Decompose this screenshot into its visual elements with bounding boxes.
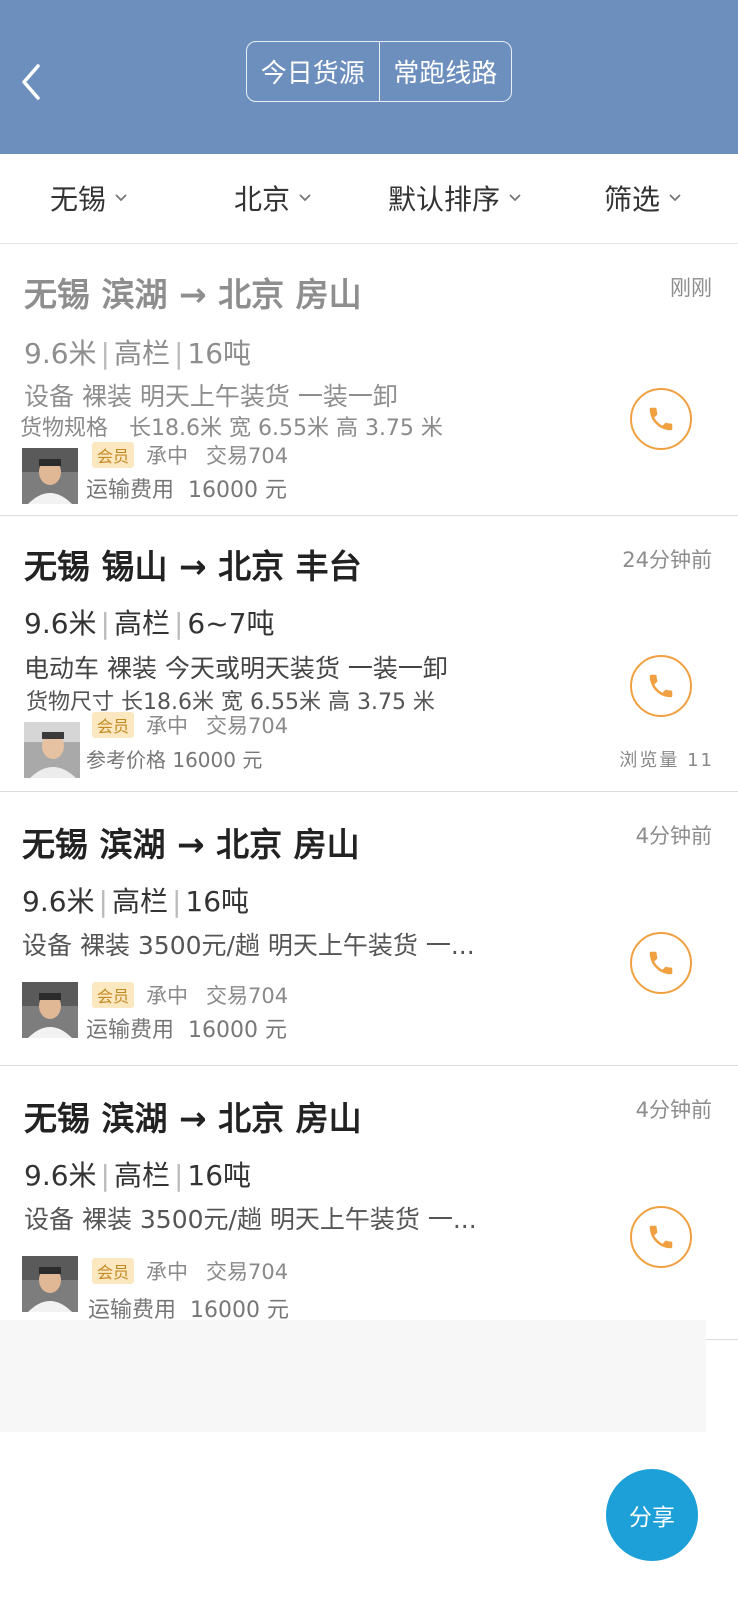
route-title: 无锡 滨湖 → 北京 房山 bbox=[24, 1099, 362, 1138]
chevron-down-icon bbox=[669, 194, 681, 202]
truck-length: 9.6米 bbox=[24, 1159, 97, 1192]
shipper-info: 会员 承中 交易704 bbox=[92, 710, 288, 740]
call-button[interactable] bbox=[630, 932, 692, 994]
sort-filter[interactable]: 默认排序 bbox=[388, 154, 522, 242]
cargo-card[interactable]: 无锡 滨湖 → 北京 房山 刚刚 9.6米 | 高栏 | 16吨 设备 裸装 明天上午装… bbox=[0, 244, 738, 516]
cargo-weight: 16吨 bbox=[187, 337, 252, 370]
post-time: 24分钟前 bbox=[622, 548, 712, 572]
price-label: 运输费用 bbox=[86, 478, 175, 503]
person-avatar-icon bbox=[24, 722, 80, 778]
destination-filter-label: 北京 bbox=[234, 183, 291, 216]
chevron-left-icon bbox=[22, 64, 40, 100]
person-avatar-icon bbox=[22, 982, 78, 1038]
price-label: 运输费用 bbox=[86, 1018, 175, 1043]
member-badge: 会员 bbox=[92, 1258, 135, 1284]
shipper-name: 承中 bbox=[146, 714, 189, 738]
truck-spec: 9.6米 | 高栏 | 16吨 bbox=[22, 885, 250, 918]
phone-icon bbox=[649, 951, 673, 975]
price-info: 参考价格 16000 元 bbox=[86, 744, 262, 773]
back-button[interactable] bbox=[14, 60, 48, 104]
screen-filter-label: 筛选 bbox=[604, 183, 661, 216]
phone-icon bbox=[649, 674, 673, 698]
truck-type: 高栏 bbox=[111, 885, 168, 918]
trade-count: 交易704 bbox=[206, 714, 289, 738]
person-avatar-icon bbox=[22, 448, 78, 504]
chevron-down-icon bbox=[115, 194, 127, 202]
top-header: 今日货源 常跑线路 bbox=[0, 0, 738, 154]
size-label: 货物规格 bbox=[20, 416, 109, 441]
size-value: 长18.6米 宽 6.55米 高 3.75 米 bbox=[129, 416, 443, 441]
truck-length: 9.6米 bbox=[24, 337, 97, 370]
truck-spec: 9.6米 | 高栏 | 16吨 bbox=[24, 337, 252, 370]
cargo-description: 设备 裸装 明天上午装货 一装一卸 bbox=[24, 382, 398, 411]
shipper-info: 会员 承中 交易704 bbox=[92, 1256, 288, 1286]
shipper-name: 承中 bbox=[146, 984, 189, 1008]
truck-type: 高栏 bbox=[113, 607, 170, 640]
truck-spec: 9.6米 | 高栏 | 6~7吨 bbox=[24, 607, 275, 640]
view-count: 浏览量 11 bbox=[619, 750, 714, 771]
sort-filter-label: 默认排序 bbox=[388, 183, 501, 216]
price-value: 16000 元 bbox=[188, 478, 287, 503]
member-badge: 会员 bbox=[92, 712, 135, 738]
truck-spec: 9.6米 | 高栏 | 16吨 bbox=[24, 1159, 252, 1192]
cargo-card[interactable]: 无锡 锡山 → 北京 丰台 24分钟前 9.6米 | 高栏 | 6~7吨 电动车 裸装 … bbox=[0, 516, 738, 792]
origin-filter-label: 无锡 bbox=[50, 183, 107, 216]
route-title: 无锡 滨湖 → 北京 房山 bbox=[24, 275, 362, 314]
cargo-card[interactable]: 无锡 滨湖 → 北京 房山 4分钟前 9.6米 | 高栏 | 16吨 设备 裸装 350… bbox=[0, 792, 738, 1066]
truck-type: 高栏 bbox=[113, 1159, 170, 1192]
cargo-description: 电动车 裸装 今天或明天装货 一装一卸 bbox=[24, 654, 448, 683]
call-button[interactable] bbox=[630, 388, 692, 450]
destination-filter[interactable]: 北京 bbox=[234, 154, 312, 242]
post-time: 4分钟前 bbox=[635, 1098, 712, 1122]
chevron-down-icon bbox=[299, 194, 311, 202]
truck-length: 9.6米 bbox=[24, 607, 97, 640]
list-bottom-area bbox=[0, 1320, 706, 1432]
cargo-description: 设备 裸装 3500元/趟 明天上午装货 一... bbox=[24, 1205, 477, 1234]
shipper-name: 承中 bbox=[146, 444, 189, 468]
truck-length: 9.6米 bbox=[22, 885, 95, 918]
origin-filter[interactable]: 无锡 bbox=[50, 154, 128, 242]
cargo-weight: 16吨 bbox=[187, 1159, 252, 1192]
price-info: 运输费用 16000 元 bbox=[86, 1012, 287, 1044]
phone-icon bbox=[649, 407, 673, 431]
cargo-card[interactable]: 无锡 滨湖 → 北京 房山 4分钟前 9.6米 | 高栏 | 16吨 设备 裸装 350… bbox=[0, 1066, 738, 1340]
chevron-down-icon bbox=[509, 194, 521, 202]
trade-count: 交易704 bbox=[206, 984, 289, 1008]
truck-type: 高栏 bbox=[113, 337, 170, 370]
avatar[interactable] bbox=[22, 982, 78, 1038]
price-value: 16000 元 bbox=[172, 748, 263, 772]
shipper-info: 会员 承中 交易704 bbox=[92, 980, 288, 1010]
route-title: 无锡 滨湖 → 北京 房山 bbox=[22, 825, 360, 864]
call-button[interactable] bbox=[630, 655, 692, 717]
price-value: 16000 元 bbox=[188, 1018, 287, 1043]
cargo-size: 货物规格 长18.6米 宽 6.55米 高 3.75 米 bbox=[20, 410, 443, 442]
member-badge: 会员 bbox=[92, 982, 135, 1008]
segmented-control: 今日货源 常跑线路 bbox=[246, 41, 512, 102]
trade-count: 交易704 bbox=[206, 444, 289, 468]
post-time: 刚刚 bbox=[670, 276, 712, 300]
share-button[interactable]: 分享 bbox=[606, 1469, 698, 1561]
price-info: 运输费用 16000 元 bbox=[86, 472, 287, 504]
price-label: 参考价格 bbox=[86, 748, 166, 772]
screen-filter[interactable]: 筛选 bbox=[604, 154, 682, 242]
avatar[interactable] bbox=[22, 448, 78, 504]
phone-icon bbox=[649, 1225, 673, 1249]
avatar[interactable] bbox=[22, 1256, 78, 1312]
trade-count: 交易704 bbox=[206, 1260, 289, 1284]
cargo-weight: 16吨 bbox=[185, 885, 250, 918]
tab-frequent-routes[interactable]: 常跑线路 bbox=[378, 42, 512, 101]
cargo-weight: 6~7吨 bbox=[187, 607, 275, 640]
route-title: 无锡 锡山 → 北京 丰台 bbox=[24, 547, 362, 586]
member-badge: 会员 bbox=[92, 442, 135, 468]
filter-bar: 无锡 北京 默认排序 筛选 bbox=[0, 154, 738, 244]
shipper-name: 承中 bbox=[146, 1260, 189, 1284]
tab-today-cargo[interactable]: 今日货源 bbox=[247, 42, 379, 101]
call-button[interactable] bbox=[630, 1206, 692, 1268]
avatar[interactable] bbox=[24, 722, 80, 778]
person-avatar-icon bbox=[22, 1256, 78, 1312]
post-time: 4分钟前 bbox=[635, 824, 712, 848]
shipper-info: 会员 承中 交易704 bbox=[92, 440, 288, 470]
cargo-description: 设备 裸装 3500元/趟 明天上午装货 一... bbox=[22, 931, 475, 960]
